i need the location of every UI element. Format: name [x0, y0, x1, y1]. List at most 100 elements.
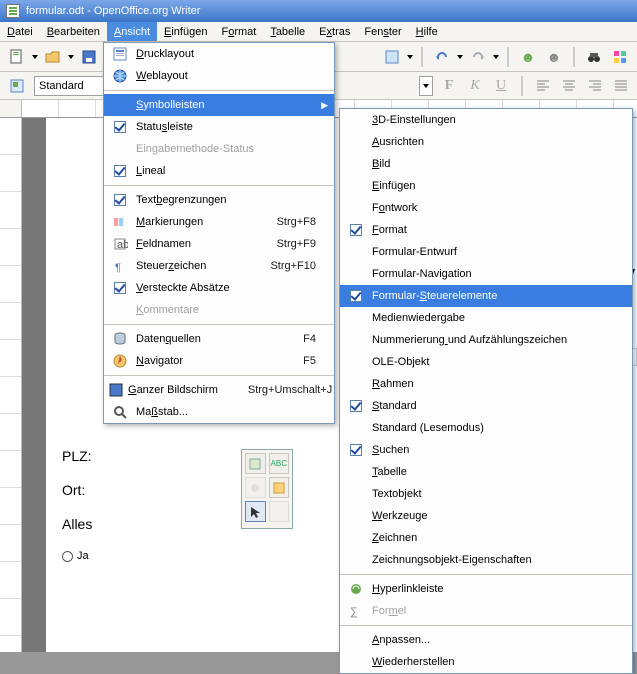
- toolbars-submenu-item[interactable]: Einfügen: [340, 175, 632, 197]
- toolbars-submenu-item[interactable]: Formular-Steuerelemente: [340, 285, 632, 307]
- view-menu-item[interactable]: Symbolleisten▶: [104, 94, 334, 116]
- view-menu-item[interactable]: ¶SteuerzeichenStrg+F10: [104, 255, 334, 277]
- view-menu-item[interactable]: Textbegrenzungen: [104, 189, 334, 211]
- toolbars-submenu-item[interactable]: Bild: [340, 153, 632, 175]
- toolbars-submenu-item[interactable]: Wiederherstellen: [340, 651, 632, 673]
- form-select-icon[interactable]: [245, 453, 266, 474]
- toolbars-submenu-item[interactable]: Ausrichten: [340, 131, 632, 153]
- view-menu-item[interactable]: Ganzer BildschirmStrg+Umschalt+J: [104, 379, 334, 401]
- menu-item-label: Ganzer Bildschirm: [124, 384, 218, 396]
- marks-icon: [112, 214, 128, 230]
- form-btn-a[interactable]: [245, 477, 266, 498]
- menu-item-label: Maßstab...: [132, 406, 316, 418]
- vertical-ruler[interactable]: [0, 118, 22, 652]
- italic-button[interactable]: K: [465, 76, 485, 96]
- toolbars-submenu-item[interactable]: Zeichnen: [340, 527, 632, 549]
- menu-item-accelerator: F4: [273, 333, 316, 345]
- form-controls-toolbar[interactable]: ABC: [241, 449, 293, 529]
- toolbars-submenu-item[interactable]: OLE-Objekt: [340, 351, 632, 373]
- styles-button[interactable]: [6, 75, 28, 97]
- view-menu-item[interactable]: Maßstab...: [104, 401, 334, 423]
- undo-button[interactable]: [431, 46, 453, 68]
- menu-item-label: Zeichnen: [368, 532, 614, 544]
- view-menu-item[interactable]: Lineal: [104, 160, 334, 182]
- redo-drop[interactable]: [493, 55, 499, 59]
- menu-edit[interactable]: Bearbeiten: [40, 22, 107, 41]
- view-menu-item[interactable]: NavigatorF5: [104, 350, 334, 372]
- menu-item-label: Nummerierung und Aufzählungszeichen: [368, 334, 614, 346]
- new-doc-button[interactable]: [6, 46, 28, 68]
- underline-button[interactable]: U: [491, 76, 511, 96]
- view-menu-item: Kommentare: [104, 299, 334, 321]
- align-justify-button[interactable]: [611, 76, 631, 96]
- view-menu-item[interactable]: MarkierungenStrg+F8: [104, 211, 334, 233]
- redo-button[interactable]: [467, 46, 489, 68]
- bold-button[interactable]: F: [439, 76, 459, 96]
- formel-icon: ∑: [348, 603, 364, 619]
- menu-table[interactable]: Tabelle: [263, 22, 312, 41]
- view-menu-item[interactable]: Statusleiste: [104, 116, 334, 138]
- face-b-icon[interactable]: ☻: [543, 46, 565, 68]
- gallery-icon[interactable]: [609, 46, 631, 68]
- toolbars-submenu-item[interactable]: Medienwiedergabe: [340, 307, 632, 329]
- menu-window[interactable]: Fenster: [357, 22, 408, 41]
- view-menu-item[interactable]: abFeldnamenStrg+F9: [104, 233, 334, 255]
- menu-item-label: Standard (Lesemodus): [368, 422, 614, 434]
- checkbox-icon: [350, 444, 362, 456]
- form-btn-b[interactable]: [269, 477, 290, 498]
- toolbars-submenu-item[interactable]: Anpassen...: [340, 629, 632, 651]
- menu-item-label: Lineal: [132, 165, 316, 177]
- menu-item-label: Wiederherstellen: [368, 656, 614, 668]
- new-doc-dropdown-icon[interactable]: [32, 55, 38, 59]
- form-pointer-button[interactable]: [245, 501, 266, 522]
- toolbars-submenu-item[interactable]: Fontwork: [340, 197, 632, 219]
- binoculars-icon[interactable]: [583, 46, 605, 68]
- db-icon: [112, 331, 128, 347]
- toolbars-submenu-item[interactable]: Werkzeuge: [340, 505, 632, 527]
- toolbars-submenu-item[interactable]: Hyperlinkleiste: [340, 578, 632, 600]
- menu-format[interactable]: Format: [214, 22, 263, 41]
- toolbars-submenu-item[interactable]: Tabelle: [340, 461, 632, 483]
- tool-a-drop[interactable]: [407, 55, 413, 59]
- menu-help[interactable]: Hilfe: [409, 22, 445, 41]
- open-dropdown-icon[interactable]: [68, 55, 74, 59]
- menu-item-label: Markierungen: [132, 216, 247, 228]
- view-menu-item[interactable]: Versteckte Absätze: [104, 277, 334, 299]
- face-a-icon[interactable]: ☻: [517, 46, 539, 68]
- menu-item-label: Kommentare: [132, 304, 316, 316]
- pilcrow-icon: ¶: [112, 258, 128, 274]
- align-right-button[interactable]: [585, 76, 605, 96]
- menu-view[interactable]: Ansicht: [107, 22, 157, 41]
- toolbars-submenu-item[interactable]: Standard: [340, 395, 632, 417]
- view-menu-item[interactable]: DatenquellenF4: [104, 328, 334, 350]
- menu-item-label: Tabelle: [368, 466, 614, 478]
- view-menu-item[interactable]: Weblayout: [104, 65, 334, 87]
- menu-extras[interactable]: Extras: [312, 22, 357, 41]
- toolbars-submenu-item[interactable]: Standard (Lesemodus): [340, 417, 632, 439]
- align-left-button[interactable]: [533, 76, 553, 96]
- view-menu-item[interactable]: Drucklayout: [104, 43, 334, 65]
- form-btn-c[interactable]: [269, 501, 290, 522]
- menu-file[interactable]: Datei: [0, 22, 40, 41]
- menu-item-label: Weblayout: [132, 70, 316, 82]
- toolbars-submenu-item[interactable]: Format: [340, 219, 632, 241]
- toolbars-submenu-item[interactable]: Formular-Entwurf: [340, 241, 632, 263]
- font-size-select-stub[interactable]: [419, 76, 433, 96]
- toolbars-submenu-item[interactable]: Rahmen: [340, 373, 632, 395]
- menu-insert[interactable]: Einfügen: [157, 22, 214, 41]
- toolbars-submenu-item[interactable]: 3D-Einstellungen: [340, 109, 632, 131]
- toolbars-submenu-item[interactable]: Nummerierung und Aufzählungszeichen: [340, 329, 632, 351]
- hyperlink-icon: [348, 581, 364, 597]
- toolbars-submenu-item[interactable]: Formular-Navigation: [340, 263, 632, 285]
- save-button[interactable]: [78, 46, 100, 68]
- align-center-button[interactable]: [559, 76, 579, 96]
- toolbars-submenu-item[interactable]: Suchen: [340, 439, 632, 461]
- form-abc-icon[interactable]: ABC: [269, 453, 290, 474]
- tool-a[interactable]: [381, 46, 403, 68]
- radio-ja[interactable]: Ja: [62, 550, 89, 562]
- menu-item-accelerator: Strg+F9: [247, 238, 316, 250]
- undo-drop[interactable]: [457, 55, 463, 59]
- toolbars-submenu-item[interactable]: Textobjekt: [340, 483, 632, 505]
- toolbars-submenu-item[interactable]: Zeichnungsobjekt-Eigenschaften: [340, 549, 632, 571]
- open-button[interactable]: [42, 46, 64, 68]
